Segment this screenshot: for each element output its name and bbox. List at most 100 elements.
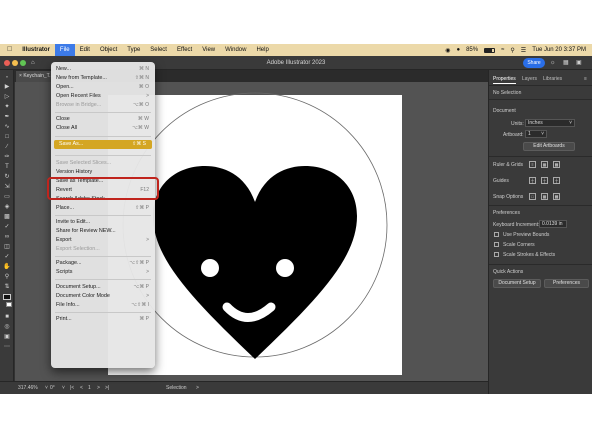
pen-tool-icon[interactable]: ✒: [3, 114, 11, 120]
menu-item-scripts[interactable]: Scripts >: [51, 268, 155, 277]
menu-item-export[interactable]: Export >: [51, 236, 155, 245]
first-artboard-icon[interactable]: |<: [70, 385, 74, 391]
magic-wand-tool-icon[interactable]: ✦: [3, 104, 11, 110]
guides-visible-icon[interactable]: ┼: [529, 177, 536, 184]
color-mode-icon[interactable]: ■: [3, 314, 11, 320]
scale-strokes-checkbox[interactable]: [494, 252, 499, 257]
preferences-button[interactable]: Preferences: [544, 279, 589, 288]
right-eye[interactable]: [276, 259, 294, 277]
menu-item-package[interactable]: Package... ⌥⇧⌘ P: [51, 259, 155, 268]
menu-item-close[interactable]: Close ⌘ W: [51, 115, 155, 124]
slice-tool-icon[interactable]: ✓: [3, 254, 11, 260]
panel-menu-icon[interactable]: ≡: [584, 74, 587, 84]
menu-window[interactable]: Window: [220, 44, 251, 56]
zoom-tool-icon[interactable]: ⚲: [3, 274, 11, 280]
menu-type[interactable]: Type: [122, 44, 145, 56]
control-center-icon[interactable]: ☰: [521, 47, 526, 54]
gradient-tool-icon[interactable]: ▩: [3, 214, 11, 220]
datetime[interactable]: Tue Jun 20 3:37 PM: [532, 47, 586, 53]
curvature-tool-icon[interactable]: ∿: [3, 124, 11, 130]
menu-item-file-info[interactable]: File Info... ⌥⇧⌘ I: [51, 301, 155, 310]
heart-shape[interactable]: [153, 166, 357, 359]
next-artboard-icon[interactable]: >: [97, 385, 100, 391]
snap-point-icon[interactable]: □: [529, 193, 536, 200]
apple-icon[interactable]: : [0, 44, 17, 56]
current-tool-status[interactable]: Selection: [166, 385, 187, 391]
swap-colors-icon[interactable]: ⇅: [3, 284, 11, 290]
menu-item-document-setup[interactable]: Document Setup... ⌥⌘ P: [51, 283, 155, 292]
menu-item-print[interactable]: Print... ⌘ P: [51, 315, 155, 324]
menu-effect[interactable]: Effect: [172, 44, 197, 56]
battery-icon[interactable]: [484, 47, 496, 53]
document-setup-button[interactable]: Document Setup: [493, 279, 541, 288]
eraser-tool-icon[interactable]: ▭: [3, 194, 11, 200]
menu-item-document-color-mode[interactable]: Document Color Mode >: [51, 292, 155, 301]
zoom-level[interactable]: 317.46%: [18, 385, 38, 391]
edit-toolbar-icon[interactable]: ⋯: [3, 344, 11, 350]
menu-object[interactable]: Object: [95, 44, 122, 56]
artboard-select[interactable]: 1 ˅: [525, 130, 547, 138]
menu-edit[interactable]: Edit: [75, 44, 95, 56]
menu-select[interactable]: Select: [145, 44, 172, 56]
status-chevron-icon[interactable]: >: [196, 385, 199, 391]
menu-item-share-for-review[interactable]: Share for Review NEW...: [51, 227, 155, 236]
use-preview-bounds-checkbox[interactable]: [494, 232, 499, 237]
discover-icon[interactable]: ☼: [550, 59, 556, 67]
menu-item-place[interactable]: Place... ⇧⌘ P: [51, 204, 155, 213]
tab-properties[interactable]: Properties: [493, 74, 516, 84]
menu-app-name[interactable]: Illustrator: [17, 44, 55, 56]
menu-item-new-from-template[interactable]: New from Template... ⇧⌘ N: [51, 74, 155, 83]
menu-item-save-as[interactable]: Save As... ⇧⌘ S: [54, 140, 152, 149]
scale-corners-checkbox[interactable]: [494, 242, 499, 247]
wifi-icon[interactable]: ≈: [501, 47, 504, 53]
workspace-icon[interactable]: ▣: [576, 59, 582, 67]
menu-item-version-history[interactable]: Version History: [51, 168, 155, 177]
menu-view[interactable]: View: [197, 44, 220, 56]
artboard-tool-icon[interactable]: ◫: [3, 244, 11, 250]
rotation-value[interactable]: 0°: [50, 385, 55, 391]
menu-item-open-recent[interactable]: Open Recent Files >: [51, 92, 155, 101]
hand-tool-icon[interactable]: ✋: [3, 264, 11, 270]
screen-mode-icon[interactable]: ▣: [3, 334, 11, 340]
record-icon[interactable]: ●: [456, 47, 460, 53]
edit-artboards-button[interactable]: Edit Artboards: [523, 142, 575, 151]
shape-builder-tool-icon[interactable]: ◈: [3, 204, 11, 210]
cc-icon[interactable]: ◉: [445, 47, 450, 54]
units-select[interactable]: Inches ˅: [525, 119, 575, 127]
search-icon[interactable]: ⚲: [510, 47, 514, 54]
transparency-grid-icon[interactable]: ▩: [553, 161, 560, 168]
guides-lock-icon[interactable]: ┼: [541, 177, 548, 184]
toolbar-collapse-icon[interactable]: »: [3, 74, 11, 80]
menu-file[interactable]: File: [54, 44, 75, 56]
menu-item-save-selected-slices[interactable]: Save Selected Slices...: [51, 159, 155, 168]
last-artboard-icon[interactable]: >|: [105, 385, 109, 391]
smart-guides-icon[interactable]: ┼: [553, 177, 560, 184]
stroke-swatch[interactable]: [6, 302, 12, 307]
menu-item-invite-to-edit[interactable]: Invite to Edit...: [51, 218, 155, 227]
tab-layers[interactable]: Layers: [522, 74, 537, 84]
tab-libraries[interactable]: Libraries: [543, 74, 562, 84]
rotation-dropdown-icon[interactable]: ˅: [62, 385, 65, 391]
zoom-dropdown-icon[interactable]: ˅: [45, 385, 48, 391]
artboard-number[interactable]: 1: [88, 385, 91, 391]
prev-artboard-icon[interactable]: <: [80, 385, 83, 391]
arrange-icon[interactable]: ▦: [563, 59, 569, 67]
document-tab[interactable]: × Keychain_T...: [16, 71, 56, 82]
rectangle-tool-icon[interactable]: □: [3, 134, 11, 140]
blend-tool-icon[interactable]: ∞: [3, 234, 11, 240]
rotate-tool-icon[interactable]: ↻: [3, 174, 11, 180]
menu-item-browse-bridge[interactable]: Browse in Bridge... ⌥⌘ O: [51, 101, 155, 110]
fill-swatch[interactable]: [3, 294, 11, 300]
eyedropper-tool-icon[interactable]: ✓: [3, 224, 11, 230]
left-eye[interactable]: [201, 259, 219, 277]
menu-item-open[interactable]: Open... ⌘ O: [51, 83, 155, 92]
line-tool-icon[interactable]: ∕: [3, 144, 11, 150]
direct-selection-tool-icon[interactable]: ▷: [3, 94, 11, 100]
type-tool-icon[interactable]: T: [3, 164, 11, 170]
ruler-icon[interactable]: ≡: [529, 161, 536, 168]
snap-grid-icon[interactable]: ▦: [541, 193, 548, 200]
snap-pixel-icon[interactable]: ▩: [553, 193, 560, 200]
menu-item-export-selection[interactable]: Export Selection...: [51, 245, 155, 254]
scale-tool-icon[interactable]: ⇲: [3, 184, 11, 190]
menu-item-new[interactable]: New... ⌘ N: [51, 65, 155, 74]
